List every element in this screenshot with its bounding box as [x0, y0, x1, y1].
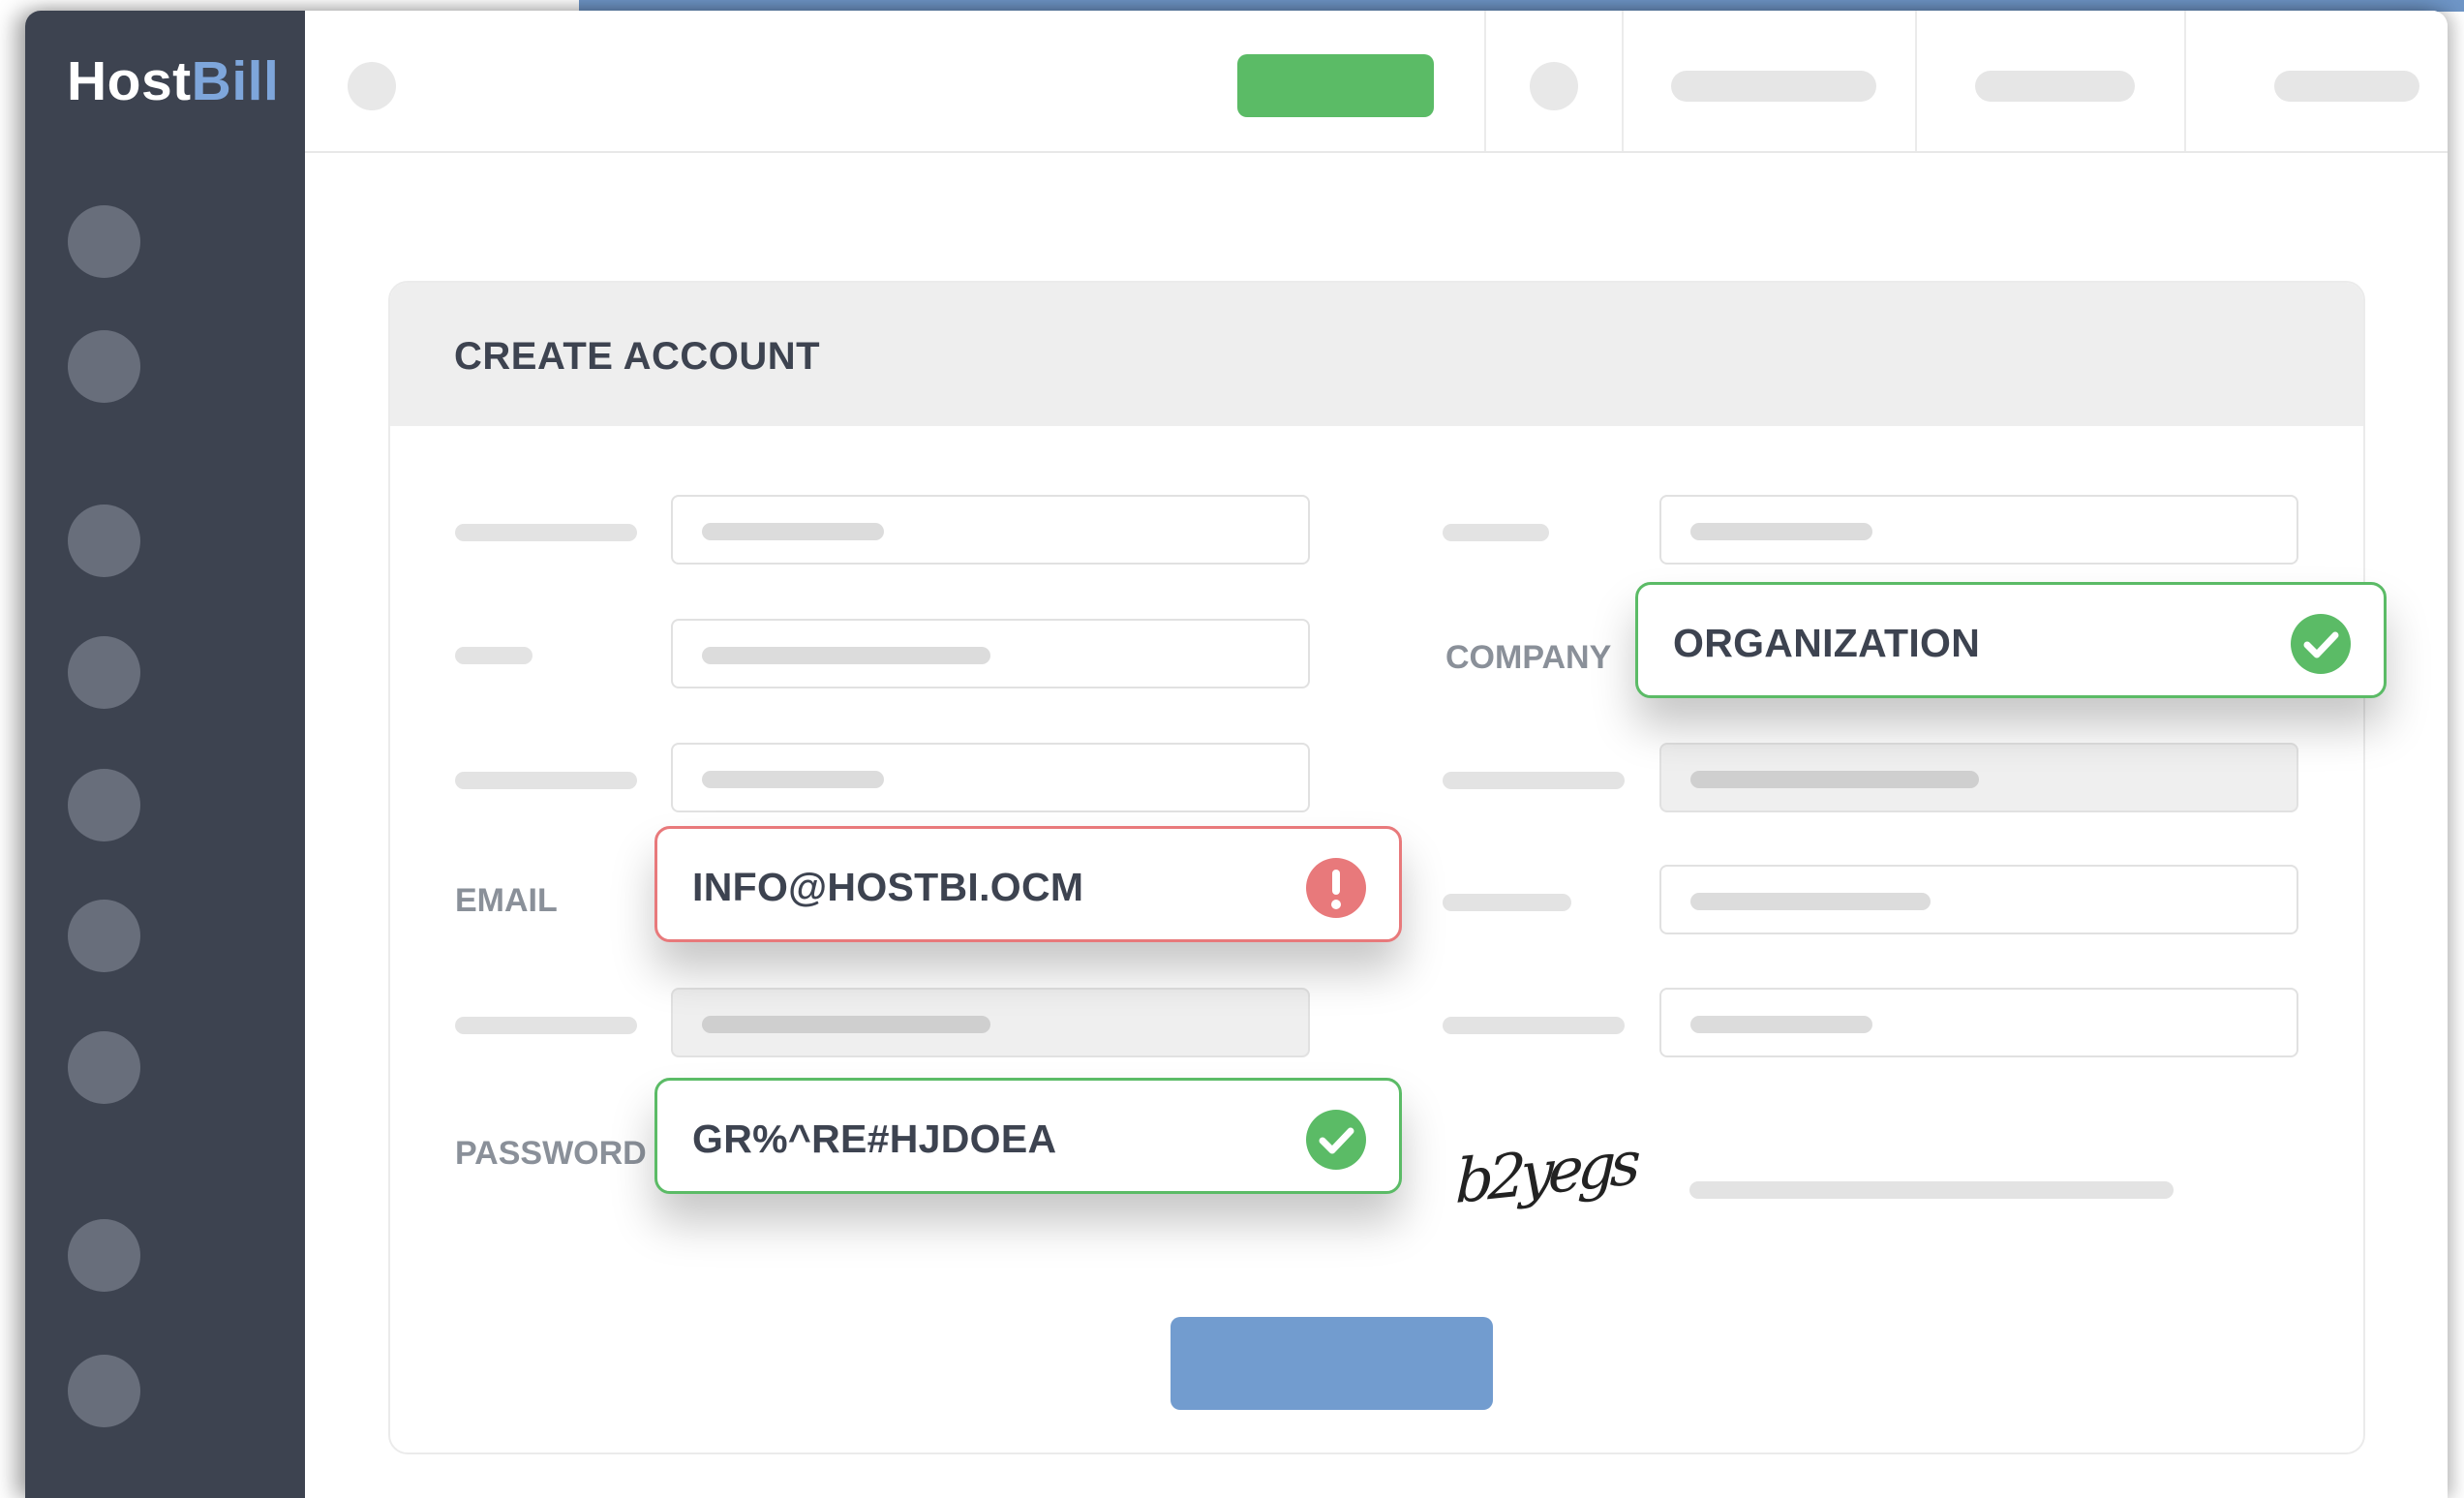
input-placeholder — [702, 647, 990, 664]
logo-text-host: Host — [67, 50, 192, 112]
sidebar-nav-icon[interactable] — [68, 205, 140, 278]
input-placeholder — [1690, 893, 1931, 910]
text-field[interactable] — [1659, 495, 2298, 565]
captcha-input-placeholder[interactable] — [1689, 1181, 2174, 1199]
hostbill-logo[interactable]: HostBill — [67, 49, 279, 113]
input-placeholder — [1690, 523, 1872, 540]
field-label-placeholder — [1443, 772, 1625, 789]
text-field[interactable] — [1659, 743, 2298, 812]
input-placeholder — [702, 523, 884, 540]
sidebar-nav-icon[interactable] — [68, 1219, 140, 1292]
input-placeholder — [702, 1016, 990, 1033]
app-window: HostBill CREATE ACCOUNT EMAIL PASSWORD C… — [25, 11, 2448, 1498]
input-placeholder — [702, 771, 884, 788]
card-header: CREATE ACCOUNT — [390, 283, 2363, 426]
sidebar-nav-icon[interactable] — [68, 330, 140, 403]
topbar-menu-item[interactable] — [1975, 71, 2135, 102]
form-title: CREATE ACCOUNT — [454, 335, 821, 378]
email-label: EMAIL — [455, 882, 558, 919]
check-circle-icon — [2291, 614, 2351, 674]
company-input[interactable]: ORGANIZATION — [1635, 582, 2387, 698]
topbar-divider — [1915, 11, 1917, 151]
captcha-image: b2yegs — [1454, 1126, 1637, 1218]
topbar-menu-item[interactable] — [1671, 71, 1876, 102]
primary-action-button[interactable] — [1237, 54, 1434, 117]
sidebar: HostBill — [25, 11, 305, 1498]
sidebar-nav-icon[interactable] — [68, 900, 140, 972]
field-label-placeholder — [1443, 524, 1549, 541]
text-field[interactable] — [671, 619, 1310, 688]
notification-icon[interactable] — [1530, 62, 1578, 110]
topbar-divider — [2184, 11, 2186, 151]
topbar-menu-item[interactable] — [2274, 71, 2419, 102]
field-label-placeholder — [455, 524, 637, 541]
email-input-value: INFO@HOSTBI.OCM — [692, 865, 1084, 909]
field-label-placeholder — [1443, 894, 1571, 911]
text-field[interactable] — [671, 988, 1310, 1057]
sidebar-nav-icon[interactable] — [68, 1355, 140, 1427]
input-placeholder — [1690, 1016, 1872, 1033]
sidebar-nav-icon[interactable] — [68, 504, 140, 577]
password-input-value: GR%^RE#HJDOEA — [692, 1116, 1057, 1161]
text-field[interactable] — [671, 743, 1310, 812]
text-field[interactable] — [1659, 988, 2298, 1057]
password-label: PASSWORD — [455, 1135, 647, 1172]
sidebar-nav-icon[interactable] — [68, 636, 140, 709]
field-label-placeholder — [455, 647, 532, 664]
topbar-divider — [1484, 11, 1486, 151]
password-input[interactable]: GR%^RE#HJDOEA — [654, 1078, 1402, 1194]
sidebar-nav-icon[interactable] — [68, 769, 140, 841]
create-account-button[interactable] — [1171, 1317, 1493, 1410]
company-input-value: ORGANIZATION — [1673, 621, 1981, 665]
text-field[interactable] — [1659, 865, 2298, 934]
input-placeholder — [1690, 771, 1979, 788]
field-label-placeholder — [1443, 1017, 1625, 1034]
exclamation-circle-icon — [1306, 858, 1366, 918]
check-circle-icon — [1306, 1110, 1366, 1170]
text-field[interactable] — [671, 495, 1310, 565]
field-label-placeholder — [455, 1017, 637, 1034]
topbar-divider — [1622, 11, 1624, 151]
email-input[interactable]: INFO@HOSTBI.OCM — [654, 826, 1402, 942]
top-bar — [305, 11, 2448, 153]
menu-toggle-icon[interactable] — [348, 62, 396, 110]
logo-text-bill: Bill — [191, 50, 280, 112]
company-label: COMPANY — [1445, 639, 1612, 676]
field-label-placeholder — [455, 772, 637, 789]
sidebar-nav-icon[interactable] — [68, 1031, 140, 1104]
